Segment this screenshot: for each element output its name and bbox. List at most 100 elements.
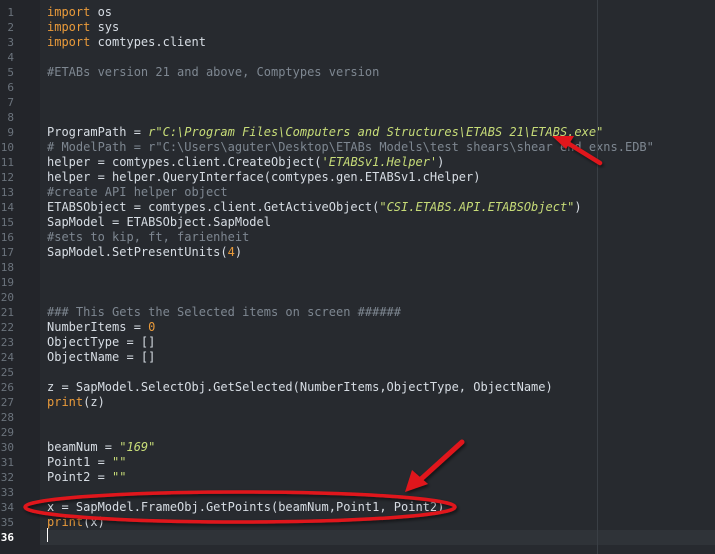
- code-token: x = SapModel.FrameObj.GetPoints(beamNum,…: [47, 500, 445, 514]
- code-token: 4: [227, 245, 235, 259]
- code-token: ETABSObject = comtypes.client.GetActiveO…: [47, 200, 380, 214]
- code-token: import: [47, 35, 91, 49]
- code-line[interactable]: print(z): [40, 395, 715, 410]
- code-line[interactable]: [40, 50, 715, 65]
- code-line[interactable]: [40, 485, 715, 500]
- code-token: 0: [148, 320, 156, 334]
- code-token: beamNum =: [47, 440, 120, 454]
- code-line[interactable]: import os: [40, 5, 715, 20]
- code-line-text: import sys: [47, 20, 119, 35]
- code-line[interactable]: [40, 530, 715, 545]
- line-number: 22: [0, 321, 14, 334]
- code-line-text: Point1 = "": [47, 455, 126, 470]
- code-line[interactable]: [40, 290, 715, 305]
- code-token: import: [47, 20, 91, 34]
- code-line[interactable]: ETABSObject = comtypes.client.GetActiveO…: [40, 200, 715, 215]
- code-token: NumberItems =: [47, 320, 149, 334]
- code-line[interactable]: [40, 410, 715, 425]
- code-line[interactable]: ProgramPath = r"C:\Program Files\Compute…: [40, 125, 715, 140]
- code-line[interactable]: #ETABs version 21 and above, Comptypes v…: [40, 65, 715, 80]
- line-number: 10: [0, 141, 14, 154]
- code-line-text: print(z): [47, 395, 105, 410]
- code-line[interactable]: [40, 365, 715, 380]
- code-token: "": [112, 470, 127, 484]
- line-number: 23: [0, 336, 14, 349]
- code-line-text: z = SapModel.SelectObj.GetSelected(Numbe…: [47, 380, 553, 395]
- code-line[interactable]: helper = comtypes.client.CreateObject('E…: [40, 155, 715, 170]
- code-line[interactable]: Point1 = "": [40, 455, 715, 470]
- code-line-text: ETABSObject = comtypes.client.GetActiveO…: [47, 200, 582, 215]
- code-token: print: [47, 395, 84, 409]
- code-line-text: #sets to kip, ft, farienheit: [47, 230, 249, 245]
- code-area[interactable]: import os import sys import comtypes.clien…: [40, 0, 715, 554]
- line-number: 35: [0, 516, 14, 529]
- line-number: 19: [0, 276, 14, 289]
- code-line[interactable]: helper = helper.QueryInterface(comtypes.…: [40, 170, 715, 185]
- code-token: "CSI.ETABS.API.ETABSObject": [379, 200, 575, 214]
- line-number: 36: [0, 531, 14, 544]
- code-line[interactable]: ObjectType = []: [40, 335, 715, 350]
- line-number: 17: [0, 246, 14, 259]
- code-token: "169": [119, 440, 156, 454]
- code-token: # ModelPath = r"C:\Users\aguter\Desktop\…: [47, 140, 654, 154]
- line-number: 2: [7, 21, 14, 34]
- code-line-text: helper = helper.QueryInterface(comtypes.…: [47, 170, 480, 185]
- code-token: Point2 =: [47, 470, 113, 484]
- code-line[interactable]: [40, 95, 715, 110]
- line-number: 13: [0, 186, 14, 199]
- code-line[interactable]: #sets to kip, ft, farienheit: [40, 230, 715, 245]
- line-number: 33: [0, 486, 14, 499]
- line-number: 29: [0, 426, 14, 439]
- code-token: SapModel.SetPresentUnits(: [47, 245, 228, 259]
- line-number: 21: [0, 306, 14, 319]
- code-line-text: ProgramPath = r"C:\Program Files\Compute…: [47, 125, 603, 140]
- code-token: (z): [83, 395, 105, 409]
- code-token: #ETABs version 21 and above, Comptypes v…: [47, 65, 380, 79]
- code-line[interactable]: [40, 260, 715, 275]
- code-token: ): [234, 245, 243, 259]
- code-line[interactable]: import comtypes.client: [40, 35, 715, 50]
- code-line[interactable]: x = SapModel.FrameObj.GetPoints(beamNum,…: [40, 500, 715, 515]
- line-number: 5: [7, 66, 14, 79]
- code-line[interactable]: z = SapModel.SelectObj.GetSelected(Numbe…: [40, 380, 715, 395]
- code-line[interactable]: import sys: [40, 20, 715, 35]
- line-number: 34: [0, 501, 14, 514]
- code-token: import: [47, 5, 91, 19]
- text-cursor: [47, 528, 48, 542]
- line-number: 12: [0, 171, 14, 184]
- code-line[interactable]: SapModel.SetPresentUnits(4): [40, 245, 715, 260]
- line-number: 31: [0, 456, 14, 469]
- code-line[interactable]: #create API helper object: [40, 185, 715, 200]
- code-line[interactable]: Point2 = "": [40, 470, 715, 485]
- code-line[interactable]: print(x): [40, 515, 715, 530]
- line-number: 14: [0, 201, 14, 214]
- line-number: 15: [0, 216, 14, 229]
- line-number: 32: [0, 471, 14, 484]
- code-line-text: ### This Gets the Selected items on scre…: [47, 305, 401, 320]
- code-token: (x): [83, 515, 105, 529]
- line-number: 24: [0, 351, 14, 364]
- code-line-text: import comtypes.client: [47, 35, 206, 50]
- code-line[interactable]: SapModel = ETABSObject.SapModel: [40, 215, 715, 230]
- code-line[interactable]: [40, 80, 715, 95]
- code-token: ): [437, 155, 445, 169]
- code-line[interactable]: [40, 275, 715, 290]
- code-line[interactable]: [40, 425, 715, 440]
- code-line[interactable]: NumberItems = 0: [40, 320, 715, 335]
- wrap-guide: [597, 0, 598, 554]
- code-line[interactable]: ### This Gets the Selected items on scre…: [40, 305, 715, 320]
- line-number: 4: [7, 51, 14, 64]
- code-line[interactable]: # ModelPath = r"C:\Users\aguter\Desktop\…: [40, 140, 715, 155]
- line-number: 25: [0, 366, 14, 379]
- code-token: ProgramPath =: [47, 125, 149, 139]
- code-token: helper = helper.QueryInterface(comtypes.…: [47, 170, 481, 184]
- code-token: comtypes.client: [90, 35, 206, 49]
- code-line[interactable]: beamNum = "169": [40, 440, 715, 455]
- code-line[interactable]: ObjectName = []: [40, 350, 715, 365]
- line-number: 20: [0, 291, 14, 304]
- code-line[interactable]: [40, 110, 715, 125]
- code-token: ): [574, 200, 582, 214]
- code-editor[interactable]: 1 2 3 4 5 6 7 8 9 10 11 12 13 14 15 16 17 18 19 20 21 22 23 24 2…: [0, 0, 715, 554]
- code-line-text: SapModel.SetPresentUnits(4): [47, 245, 242, 260]
- code-token: "": [112, 455, 127, 469]
